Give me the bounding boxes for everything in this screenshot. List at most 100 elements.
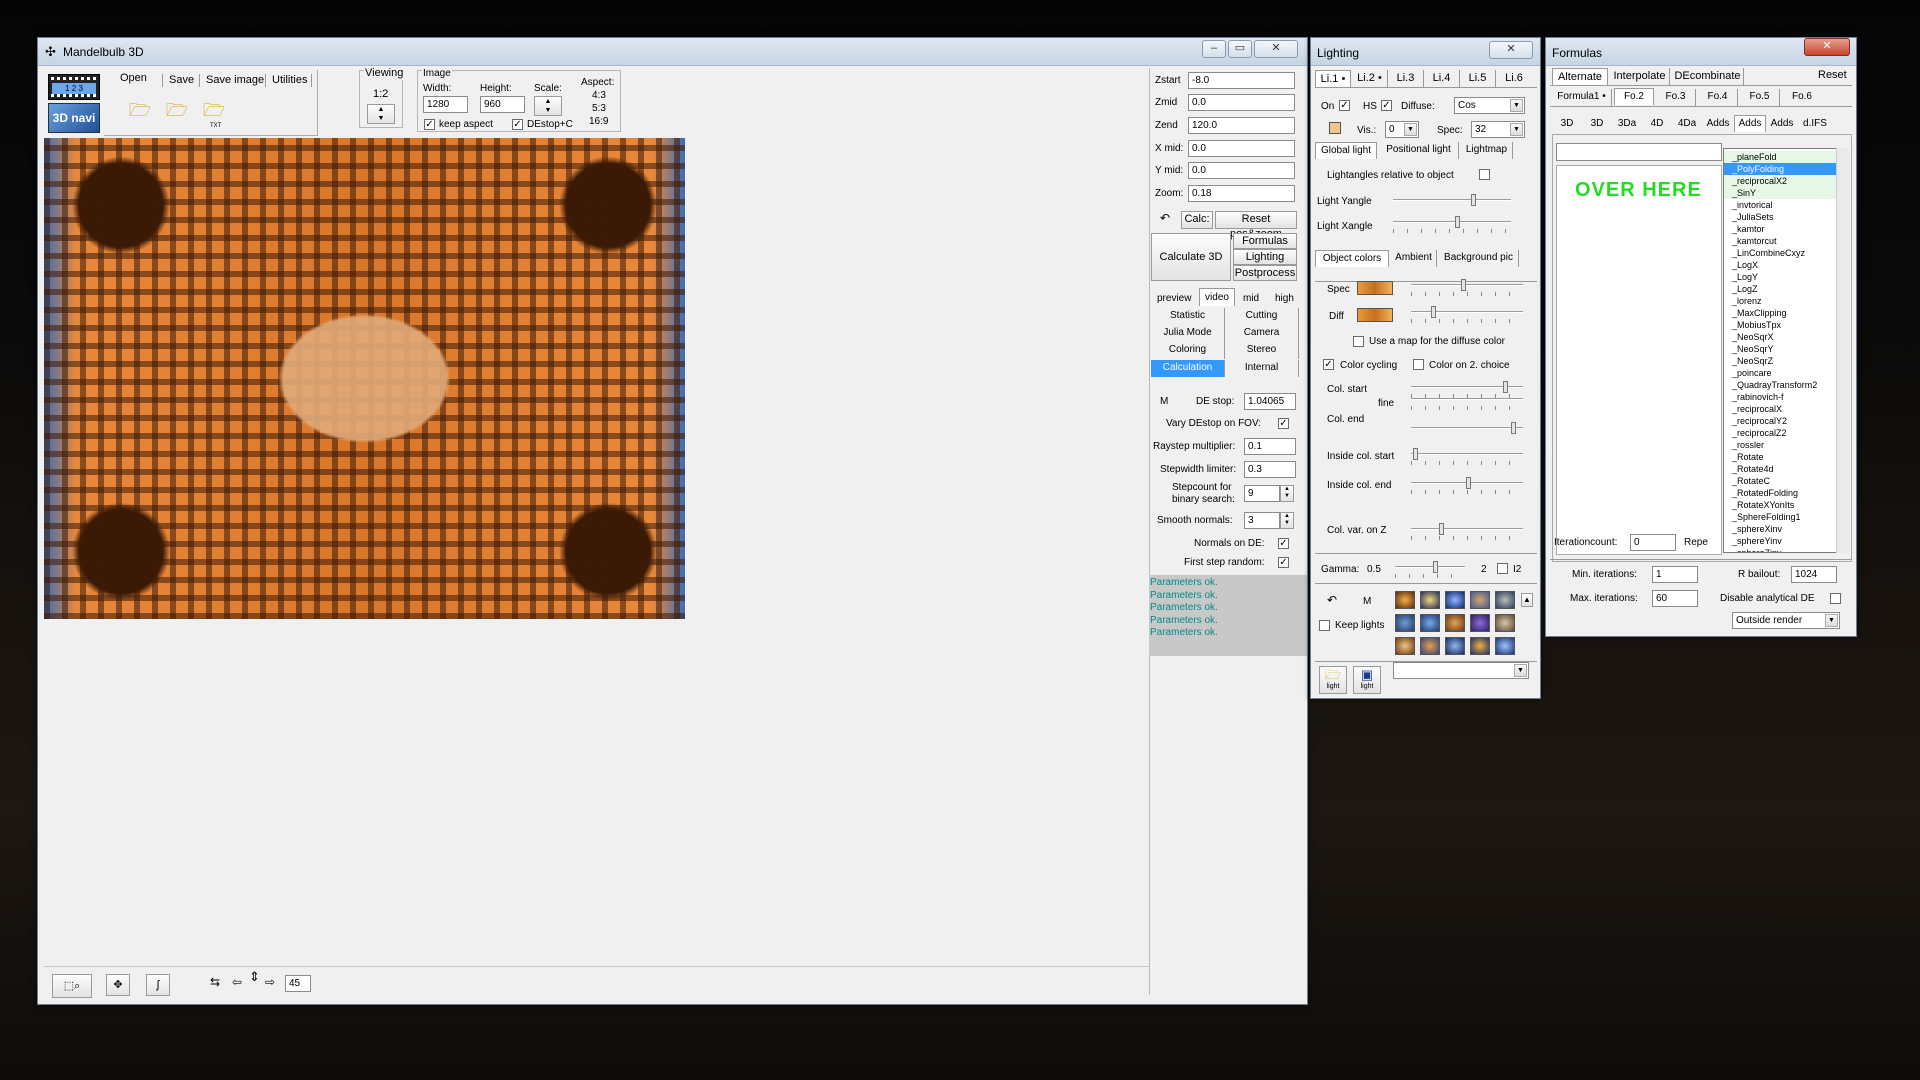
tab-background-pic[interactable]: Background pic (1439, 250, 1519, 267)
tab-formula-4[interactable]: Fo.4 (1698, 89, 1738, 106)
formula-list-item[interactable]: _NeoSqrZ (1724, 355, 1848, 367)
preset-thumb[interactable] (1395, 614, 1415, 632)
preset-thumb[interactable] (1420, 614, 1440, 632)
formula-list-item[interactable]: _planeFold (1724, 151, 1848, 163)
formula-list-item[interactable]: _LogZ (1724, 283, 1848, 295)
inside-col-end-slider[interactable] (1411, 477, 1523, 494)
tab-lightmap[interactable]: Lightmap (1461, 142, 1513, 159)
diff-color-slider[interactable] (1411, 306, 1523, 323)
formula-list-item[interactable]: _reciprocalX (1724, 403, 1848, 415)
tab-coloring[interactable]: Coloring (1151, 342, 1225, 359)
preset-thumb[interactable] (1495, 614, 1515, 632)
tab-statistic[interactable]: Statistic (1151, 308, 1225, 325)
tab-positional-light[interactable]: Positional light (1379, 142, 1459, 159)
formula-list-item[interactable]: _reciprocalZ2 (1724, 427, 1848, 439)
reset-formulas-button[interactable]: Reset (1818, 69, 1847, 82)
max-iterations-input[interactable]: 60 (1652, 590, 1698, 607)
tab-formula-3[interactable]: Fo.3 (1656, 89, 1696, 106)
tab-light-5[interactable]: Li.5 (1460, 70, 1496, 87)
tab-formula-6[interactable]: Fo.6 (1782, 89, 1822, 106)
slider-thumb[interactable] (1503, 381, 1508, 393)
formula-list-item[interactable]: _rabinovich-f (1724, 391, 1848, 403)
tab-type-4d[interactable]: 4D (1642, 116, 1672, 133)
rbailout-input[interactable]: 1024 (1791, 566, 1837, 583)
aspect-4-3[interactable]: 4:3 (592, 89, 606, 102)
save-menu[interactable]: Save (162, 74, 194, 87)
calculate-3d-button[interactable]: Calculate 3D (1151, 233, 1231, 281)
move-button[interactable]: ✥ (106, 974, 130, 996)
zend-input[interactable]: 120.0 (1188, 117, 1295, 134)
formulas-close-button[interactable]: ✕ (1804, 38, 1850, 56)
updown-arrow-icon[interactable]: ⇕ (249, 970, 260, 983)
slider-thumb[interactable] (1471, 194, 1476, 206)
col-var-z-slider[interactable] (1411, 523, 1523, 540)
preset-thumb[interactable] (1395, 591, 1415, 609)
formula-list-item[interactable]: _sphereXinv (1724, 523, 1848, 535)
tab-calculation[interactable]: Calculation (1151, 360, 1225, 377)
tab-julia-mode[interactable]: Julia Mode (1151, 325, 1225, 342)
formula-list-item[interactable]: _JuliaSets (1724, 211, 1848, 223)
formula-list-item[interactable]: _Rotate (1724, 451, 1848, 463)
width-input[interactable]: 1280 (423, 96, 468, 113)
diffuse-dropdown[interactable]: Cos ▼ (1454, 97, 1525, 114)
tab-interpolate[interactable]: Interpolate (1610, 68, 1670, 85)
formula-name-input[interactable] (1556, 143, 1722, 161)
tab-type-3d[interactable]: 3D (1552, 116, 1582, 133)
slider-thumb[interactable] (1455, 216, 1460, 228)
right-arrow-icon[interactable]: ⇨ (265, 976, 275, 989)
slider-thumb[interactable] (1433, 561, 1438, 573)
stepcount-input[interactable]: 9 (1244, 485, 1280, 502)
preset-thumb[interactable] (1470, 591, 1490, 609)
slider-thumb[interactable] (1439, 523, 1444, 535)
zstart-input[interactable]: -8.0 (1188, 72, 1295, 89)
lighting-button[interactable]: Lighting (1233, 249, 1297, 265)
i2-checkbox[interactable] (1497, 563, 1508, 574)
normals-de-checkbox[interactable]: ✓ (1278, 538, 1289, 549)
preset-thumb[interactable] (1445, 591, 1465, 609)
disable-de-checkbox[interactable] (1830, 593, 1841, 604)
formula-list-item[interactable]: _reciprocalY2 (1724, 415, 1848, 427)
tab-object-colors[interactable]: Object colors (1315, 250, 1389, 267)
inside-col-start-slider[interactable] (1411, 448, 1523, 465)
formula-list-item[interactable]: _sphereYinv (1724, 535, 1848, 547)
formula-list-item[interactable]: _LinCombineCxyz (1724, 247, 1848, 259)
formula-list[interactable]: _planeFold _PolyFolding _reciprocalX2 _SinY… (1723, 148, 1849, 553)
spec-dropdown[interactable]: 32 ▼ (1471, 121, 1525, 138)
spec-color-slider[interactable] (1411, 279, 1523, 296)
stepcount-spinner[interactable]: ▲ ▼ (1280, 485, 1294, 502)
light-yangle-slider[interactable] (1393, 194, 1511, 206)
tab-light-3[interactable]: Li.3 (1388, 70, 1424, 87)
formula-list-item[interactable]: _invtorical (1724, 199, 1848, 211)
minimize-button[interactable]: ‒ (1202, 40, 1226, 58)
vis-dropdown[interactable]: 0 ▼ (1385, 121, 1419, 138)
undo-lights-icon[interactable]: ↶ (1327, 594, 1337, 607)
slider-thumb[interactable] (1511, 422, 1516, 434)
color-cycling-checkbox[interactable]: ✓ (1323, 359, 1334, 370)
open-menu[interactable]: Open (120, 72, 147, 85)
tab-type-3d-b[interactable]: 3D (1582, 116, 1612, 133)
stepwidth-input[interactable]: 0.3 (1244, 461, 1296, 478)
tab-internal[interactable]: Internal (1225, 360, 1299, 377)
save-light-disk-icon[interactable]: ▣ light (1353, 666, 1381, 694)
postprocess-button[interactable]: Postprocess (1233, 265, 1297, 281)
zmid-input[interactable]: 0.0 (1188, 94, 1295, 111)
aspect-5-3[interactable]: 5:3 (592, 102, 606, 115)
save-image-menu[interactable]: Save image (199, 74, 264, 87)
slider-thumb[interactable] (1413, 448, 1418, 460)
presets-scroll-up[interactable]: ▲ (1521, 593, 1533, 607)
render-area[interactable] (44, 138, 1149, 995)
formula-list-item[interactable]: _Rotate4d (1724, 463, 1848, 475)
close-button[interactable]: ✕ (1254, 40, 1298, 58)
tab-formula-1[interactable]: Formula1 • (1552, 89, 1612, 106)
formula-list-item[interactable]: _MobiusTpx (1724, 319, 1848, 331)
open-folder-icon[interactable]: 🗁 (126, 97, 154, 125)
lightangles-checkbox[interactable] (1479, 169, 1490, 180)
light-on-checkbox[interactable]: ✓ (1339, 100, 1350, 111)
formula-list-item[interactable]: _NeoSqrY (1724, 343, 1848, 355)
maximize-button[interactable]: ▭ (1228, 40, 1252, 58)
col-end-slider[interactable] (1411, 422, 1523, 434)
preset-thumb[interactable] (1395, 637, 1415, 655)
color-on2-checkbox[interactable] (1413, 359, 1424, 370)
formula-list-item[interactable]: _RotatedFolding (1724, 487, 1848, 499)
formula-list-item[interactable]: _kamtor (1724, 223, 1848, 235)
